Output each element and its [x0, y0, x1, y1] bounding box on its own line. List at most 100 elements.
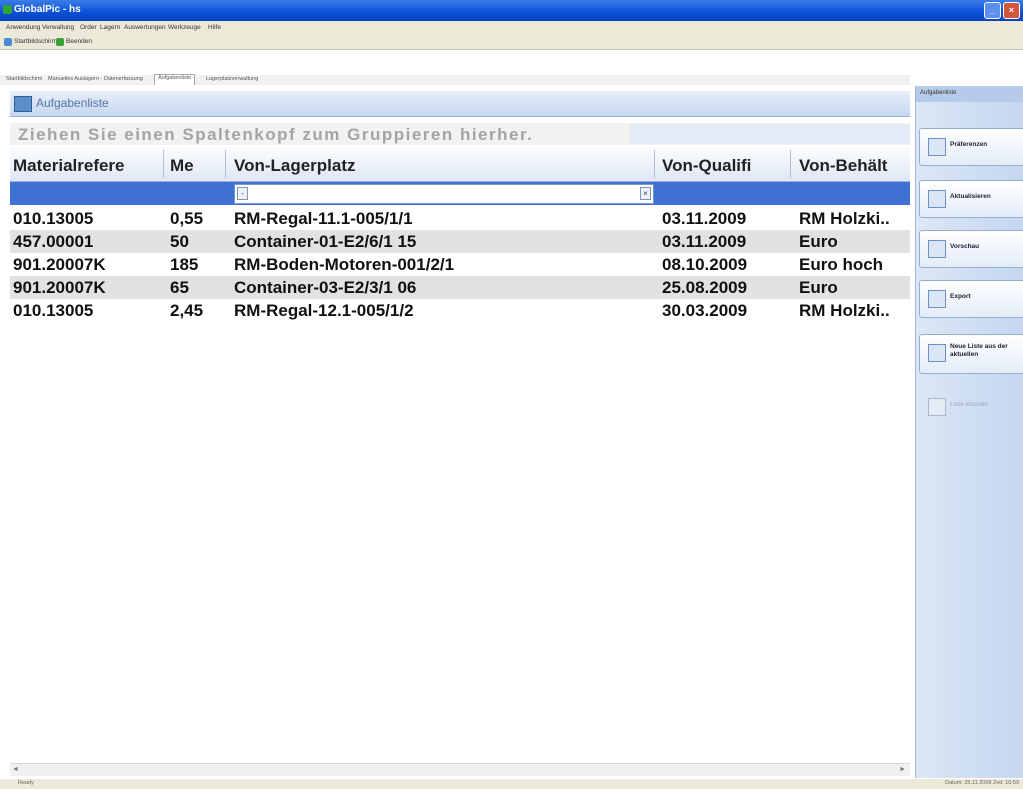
side-panel-header: Aufgabenliste: [916, 86, 1023, 102]
preview-icon: [928, 240, 946, 258]
cell-von-qualifikation: 03.11.2009: [662, 209, 747, 228]
table-header: Materialrefere Me Von-Lagerplatz Von-Qua…: [10, 147, 910, 182]
new-list-label: Neue Liste aus der aktuellen: [950, 343, 1008, 358]
cell-material: 010.13005: [13, 301, 94, 320]
horizontal-scrollbar[interactable]: ◄ ►: [10, 763, 910, 776]
start-button[interactable]: Startbildschirm: [14, 38, 57, 45]
cell-von-qualifikation: 08.10.2009: [662, 255, 748, 274]
cell-material: 010.13005: [13, 209, 94, 228]
menu-order[interactable]: Order: [80, 24, 97, 31]
menu-auswertungen[interactable]: Auswertungen: [124, 24, 166, 31]
refresh-icon: [928, 190, 946, 208]
cell-von-qualifikation: 25.08.2009: [662, 278, 748, 297]
home-icon: [4, 38, 12, 46]
new-list-button[interactable]: Neue Liste aus der aktuellen: [919, 334, 1023, 374]
panel-header: Aufgabenliste: [10, 91, 910, 117]
table-row[interactable]: 010.13005 2,45 RM-Regal-12.1-005/1/2 30.…: [10, 299, 910, 322]
cell-von-qualifikation: 03.11.2009: [662, 232, 747, 251]
table-row[interactable]: 010.13005 0,55 RM-Regal-11.1-005/1/1 03.…: [10, 207, 910, 230]
column-divider[interactable]: [790, 150, 791, 178]
export-icon: [928, 290, 946, 308]
menu-werkzeuge[interactable]: Werkzeuge: [168, 24, 201, 31]
cell-menge: 0,55: [170, 209, 204, 228]
cell-material: 901.20007K: [13, 255, 106, 274]
table-row[interactable]: 901.20007K 65 Container-03-E2/3/1 06 25.…: [10, 276, 910, 299]
column-header-material[interactable]: Materialrefere: [13, 156, 163, 176]
cell-menge: 50: [170, 232, 189, 251]
cell-von-behaelter: Euro: [799, 278, 838, 297]
cell-von-behaelter: Euro: [799, 232, 838, 251]
cell-von-behaelter: RM Holzki..: [799, 209, 890, 228]
preview-label: Vorschau: [950, 243, 980, 250]
menu-verwaltung[interactable]: Verwaltung: [42, 24, 74, 31]
tab-aufgabenliste[interactable]: Aufgabenliste: [154, 74, 196, 85]
cell-material: 901.20007K: [13, 278, 106, 297]
exit-button[interactable]: Beenden: [66, 38, 92, 45]
status-datetime: Datum: 25.11.2009 Zeit: 10:59: [945, 780, 1019, 786]
cell-material: 457.00001: [13, 232, 94, 251]
filter-operator-button[interactable]: -: [237, 187, 248, 200]
side-panel-title: Aufgabenliste: [920, 90, 957, 96]
title-bar: GlobalPic - hs _ ×: [0, 0, 1023, 21]
app-icon: [3, 5, 12, 14]
filter-clear-button[interactable]: ×: [640, 187, 651, 200]
panel-title: Aufgabenliste: [36, 96, 109, 110]
column-header-von-behaelter[interactable]: Von-Behält: [799, 156, 910, 176]
column-divider[interactable]: [654, 150, 655, 178]
tab-manuelles-auslagern[interactable]: Manuelles Auslagern - Datenerfassung: [48, 76, 143, 82]
group-by-hint: Ziehen Sie einen Spaltenkopf zum Gruppie…: [18, 125, 534, 144]
refresh-button[interactable]: Aktualisieren: [919, 180, 1023, 218]
group-by-panel: [630, 124, 910, 144]
menu-bar: Anwendung Verwaltung Order Lagern Auswer…: [0, 21, 1023, 35]
filter-row: - ×: [10, 182, 910, 205]
cell-von-qualifikation: 30.03.2009: [662, 301, 748, 320]
minimize-button[interactable]: _: [984, 2, 1001, 19]
group-by-area[interactable]: Ziehen Sie einen Spaltenkopf zum Gruppie…: [10, 123, 910, 145]
tab-lagerplatzverwaltung[interactable]: Lagerplatzverwaltung: [206, 76, 258, 82]
column-header-von-lagerplatz[interactable]: Von-Lagerplatz: [234, 156, 634, 176]
menu-lagern[interactable]: Lagern: [100, 24, 120, 31]
scroll-right-arrow-icon[interactable]: ►: [899, 766, 906, 773]
refresh-label: Aktualisieren: [950, 193, 991, 200]
delete-list-button[interactable]: Liste löschen: [919, 388, 1023, 426]
tab-startbildschirm[interactable]: Startbildschirm: [6, 76, 42, 82]
window-title: GlobalPic - hs: [14, 4, 81, 15]
preferences-button[interactable]: Präferenzen: [919, 128, 1023, 166]
exit-icon: [56, 38, 64, 46]
export-label: Export: [950, 293, 971, 300]
list-icon: [14, 96, 32, 112]
preferences-icon: [928, 138, 946, 156]
cell-von-lagerplatz: RM-Regal-12.1-005/1/2: [234, 301, 414, 320]
close-button[interactable]: ×: [1003, 2, 1020, 19]
cell-von-lagerplatz: RM-Regal-11.1-005/1/1: [234, 209, 413, 228]
preview-button[interactable]: Vorschau: [919, 230, 1023, 268]
cell-menge: 2,45: [170, 301, 204, 320]
document-tabs: Startbildschirm Manuelles Auslagern - Da…: [0, 74, 910, 85]
delete-list-icon: [928, 398, 946, 416]
new-list-icon: [928, 344, 946, 362]
menu-anwendung[interactable]: Anwendung: [6, 24, 40, 31]
delete-list-label: Liste löschen: [950, 401, 988, 408]
column-divider[interactable]: [225, 150, 226, 178]
table-row[interactable]: 457.00001 50 Container-01-E2/6/1 15 03.1…: [10, 230, 910, 253]
status-text: Ready: [18, 780, 34, 786]
cell-von-lagerplatz: Container-01-E2/6/1 15: [234, 232, 417, 251]
export-button[interactable]: Export: [919, 280, 1023, 318]
status-bar: Ready Datum: 25.11.2009 Zeit: 10:59: [0, 779, 1023, 789]
cell-von-lagerplatz: Container-03-E2/3/1 06: [234, 278, 417, 297]
task-side-panel: Aufgabenliste Präferenzen Aktualisieren …: [915, 86, 1023, 778]
preferences-label: Präferenzen: [950, 141, 988, 148]
scroll-left-arrow-icon[interactable]: ◄: [12, 766, 19, 773]
cell-menge: 65: [170, 278, 189, 297]
column-divider[interactable]: [163, 150, 164, 178]
toolbar: Startbildschirm Beenden: [0, 35, 1023, 50]
menu-hilfe[interactable]: Hilfe: [208, 24, 221, 31]
filter-input[interactable]: - ×: [234, 184, 654, 204]
cell-von-behaelter: RM Holzki..: [799, 301, 890, 320]
column-header-von-qualifikation[interactable]: Von-Qualifi: [662, 156, 787, 176]
cell-menge: 185: [170, 255, 199, 274]
column-header-menge[interactable]: Me: [170, 156, 222, 176]
cell-von-behaelter: Euro hoch: [799, 255, 884, 274]
cell-von-lagerplatz: RM-Boden-Motoren-001/2/1: [234, 255, 455, 274]
table-row[interactable]: 901.20007K 185 RM-Boden-Motoren-001/2/1 …: [10, 253, 910, 276]
